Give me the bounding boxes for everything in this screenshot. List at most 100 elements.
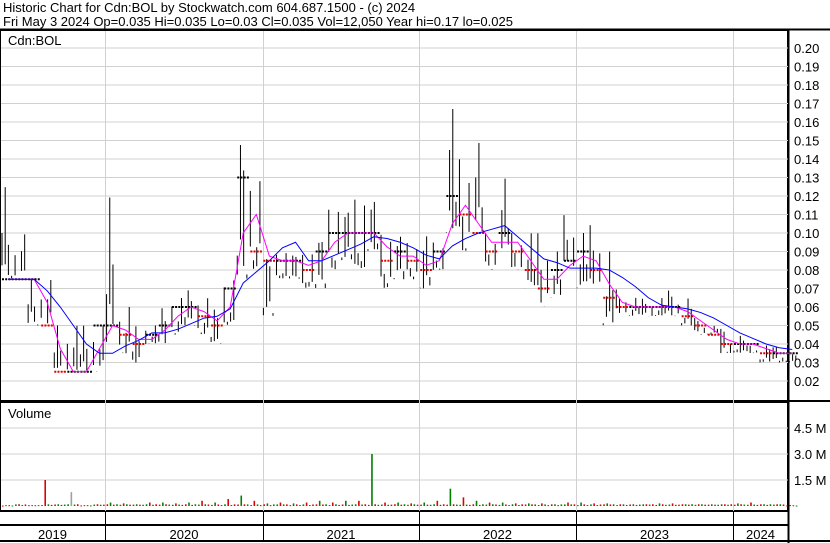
- volume-bar: [684, 504, 687, 506]
- volume-bar: [309, 505, 311, 507]
- volume-bar: [465, 504, 468, 506]
- volume-bar: [534, 504, 536, 506]
- volume-bar: [358, 500, 360, 506]
- volume-bar: [24, 504, 27, 506]
- volume-bar: [191, 504, 193, 506]
- volume-bar: [730, 504, 733, 506]
- volume-bar: [557, 505, 559, 507]
- volume-bar: [237, 504, 239, 506]
- volume-bar: [171, 504, 174, 506]
- volume-bar: [90, 505, 92, 507]
- volume-bar: [50, 504, 53, 506]
- volume-bar: [707, 504, 710, 506]
- volume-bar: [773, 504, 775, 506]
- volume-bar: [207, 504, 210, 506]
- volume-bar: [106, 504, 109, 506]
- volume-bar: [47, 504, 50, 506]
- volume-bar: [756, 504, 759, 506]
- volume-bar: [158, 504, 161, 506]
- volume-bar: [335, 504, 337, 506]
- volume-bar: [259, 505, 262, 507]
- volume-bar: [766, 504, 769, 506]
- volume-bar: [28, 505, 30, 507]
- volume-bar: [148, 502, 151, 506]
- volume-bar: [246, 504, 249, 506]
- volume-bar: [583, 504, 586, 506]
- volume-bar: [714, 504, 716, 506]
- volume-bar: [299, 505, 301, 507]
- volume-bar: [655, 504, 658, 506]
- volume-bar: [269, 505, 272, 507]
- volume-bar: [593, 503, 595, 506]
- volume-bar: [397, 502, 399, 506]
- volume-bar: [243, 504, 246, 506]
- volume-bar: [230, 505, 233, 507]
- volume-bar: [76, 504, 79, 506]
- chart-svg: 0.20 0.19 0.18 0.17 0.16 0.15 0.14 0.13 0.12 0.11…: [0, 28, 830, 543]
- volume-bar: [73, 504, 76, 506]
- volume-bar: [322, 504, 324, 506]
- volume-bar: [737, 503, 739, 506]
- volume-bar: [93, 504, 96, 506]
- price-tick-label: 0.09: [794, 245, 819, 260]
- volume-bar: [541, 503, 543, 506]
- volume-bar: [511, 504, 514, 506]
- volume-bar: [439, 504, 442, 506]
- volume-bar: [54, 504, 56, 506]
- volume-bar: [580, 502, 582, 506]
- volume-bar: [126, 504, 128, 506]
- volume-tick-label: 3.0 M: [794, 447, 827, 462]
- volume-bar: [433, 504, 435, 506]
- volume-bar: [86, 505, 89, 507]
- volume-bar: [325, 504, 327, 506]
- year-label: 2021: [327, 527, 356, 542]
- year-label: 2022: [483, 527, 512, 542]
- volume-bar: [338, 504, 340, 506]
- volume-label: Volume: [8, 406, 51, 421]
- volume-bar: [2, 505, 4, 507]
- volume-bar: [449, 488, 452, 506]
- volume-bar: [482, 504, 484, 506]
- volume-bar: [99, 504, 102, 506]
- volume-bar: [668, 504, 671, 506]
- volume-bar: [577, 505, 579, 507]
- volume-bar: [501, 502, 504, 506]
- volume-bar: [442, 504, 445, 506]
- volume-bar: [240, 495, 243, 506]
- volume-bar: [436, 500, 439, 506]
- volume-bar: [34, 505, 37, 507]
- volume-bar: [665, 504, 667, 506]
- volume-bar: [103, 504, 105, 506]
- volume-bar: [152, 504, 154, 506]
- volume-bar: [488, 502, 491, 506]
- volume-bar: [629, 504, 631, 506]
- volume-bar: [410, 503, 412, 506]
- volume-bar: [776, 504, 778, 506]
- volume-bar: [769, 504, 772, 506]
- price-tick-label: 0.02: [794, 374, 819, 389]
- volume-bar: [305, 502, 308, 506]
- volume-bar: [295, 504, 298, 506]
- volume-bar: [227, 499, 229, 506]
- volume-bar: [217, 504, 220, 506]
- volume-bar: [518, 504, 520, 506]
- volume-bar: [198, 504, 200, 506]
- price-tick-label: 0.07: [794, 282, 819, 297]
- volume-bar: [400, 504, 403, 506]
- volume-bar: [367, 504, 370, 506]
- volume-bar: [233, 504, 236, 506]
- volume-bar: [678, 504, 680, 506]
- price-panel: [0, 30, 788, 401]
- volume-tick-label: 4.5 M: [794, 421, 827, 436]
- volume-bar: [139, 504, 141, 506]
- volume-bar: [8, 505, 10, 507]
- volume-bar: [452, 504, 455, 506]
- volume-bar: [276, 504, 279, 506]
- volume-bar: [505, 504, 507, 506]
- volume-bar: [341, 504, 344, 506]
- volume-bar: [155, 504, 157, 506]
- price-tick-label: 0.04: [794, 337, 819, 352]
- volume-bar: [619, 504, 622, 506]
- volume-bar: [11, 505, 14, 507]
- volume-bar: [746, 504, 749, 506]
